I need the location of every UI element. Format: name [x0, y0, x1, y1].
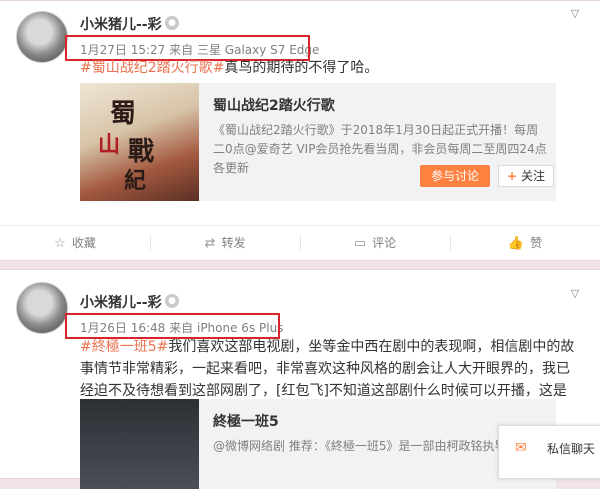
repost-icon: ⇄: [204, 236, 216, 251]
avatar[interactable]: [16, 11, 68, 63]
follow-button[interactable]: + 关注: [498, 165, 554, 187]
username[interactable]: 小米猪儿--彩: [80, 292, 162, 312]
shared-card-desc: @微博网络剧 推荐：《終極一班5》是一部由柯政铭执导: [213, 439, 507, 453]
like-label: 赞: [530, 236, 543, 250]
like-button[interactable]: 👍 赞: [450, 226, 600, 260]
username[interactable]: 小米猪儿--彩: [80, 14, 162, 34]
weibo-post: 小米猪儿--彩 ● ▽ 1月27日 15:27 来自 三星 Galaxy S7 …: [0, 0, 600, 261]
favorite-button[interactable]: ☆ 收藏: [0, 226, 150, 260]
shared-card[interactable]: 終極一班5 @微博网络剧 推荐：《終極一班5》是一部由柯政铭执导: [80, 399, 556, 489]
mail-icon: ✉: [515, 440, 527, 456]
shared-card-title[interactable]: 蜀山战纪2踏火行歌: [213, 95, 335, 115]
star-icon: ☆: [54, 236, 66, 251]
chevron-down-icon[interactable]: ▽: [568, 7, 582, 21]
post-text-body: 真鸟的期待的不得了哈。: [224, 60, 379, 76]
poster-image[interactable]: 蜀 山 戰 紀: [80, 83, 199, 201]
poster-glyph: 紀: [124, 168, 147, 194]
comment-icon: ▭: [353, 236, 367, 251]
repost-label: 转发: [221, 236, 246, 250]
post-text: #蜀山战纪2踏火行歌#真鸟的期待的不得了哈。: [80, 57, 580, 79]
repost-button[interactable]: ⇄ 转发: [150, 226, 300, 260]
favorite-label: 收藏: [71, 236, 96, 250]
action-bar: ☆ 收藏 ⇄ 转发 ▭ 评论 👍 赞: [0, 225, 600, 260]
join-discussion-button[interactable]: 参与讨论: [420, 165, 490, 187]
poster-image[interactable]: [80, 399, 199, 489]
private-message-bar[interactable]: ✉ 私信聊天: [498, 425, 600, 479]
poster-glyph: 蜀: [110, 99, 137, 129]
member-badge-icon: ●: [165, 294, 179, 308]
topic-tag[interactable]: #蜀山战纪2踏火行歌#: [80, 60, 224, 76]
chevron-down-icon[interactable]: ▽: [568, 287, 582, 301]
plus-icon: +: [507, 169, 518, 183]
comment-label: 评论: [372, 236, 397, 250]
shared-card[interactable]: 蜀 山 戰 紀 蜀山战纪2踏火行歌 《蜀山战纪2踏火行歌》于2018年1月30日…: [80, 83, 556, 201]
thumbs-up-icon: 👍: [507, 236, 525, 251]
poster-glyph: 山: [98, 132, 121, 158]
follow-label: 关注: [520, 169, 545, 183]
comment-button[interactable]: ▭ 评论: [300, 226, 450, 260]
shared-card-title[interactable]: 終極一班5: [213, 411, 279, 431]
topic-tag[interactable]: #終極一班5#: [80, 339, 168, 355]
member-badge-icon: ●: [165, 16, 179, 30]
avatar[interactable]: [16, 282, 68, 334]
private-message-label: 私信聊天: [547, 442, 596, 456]
